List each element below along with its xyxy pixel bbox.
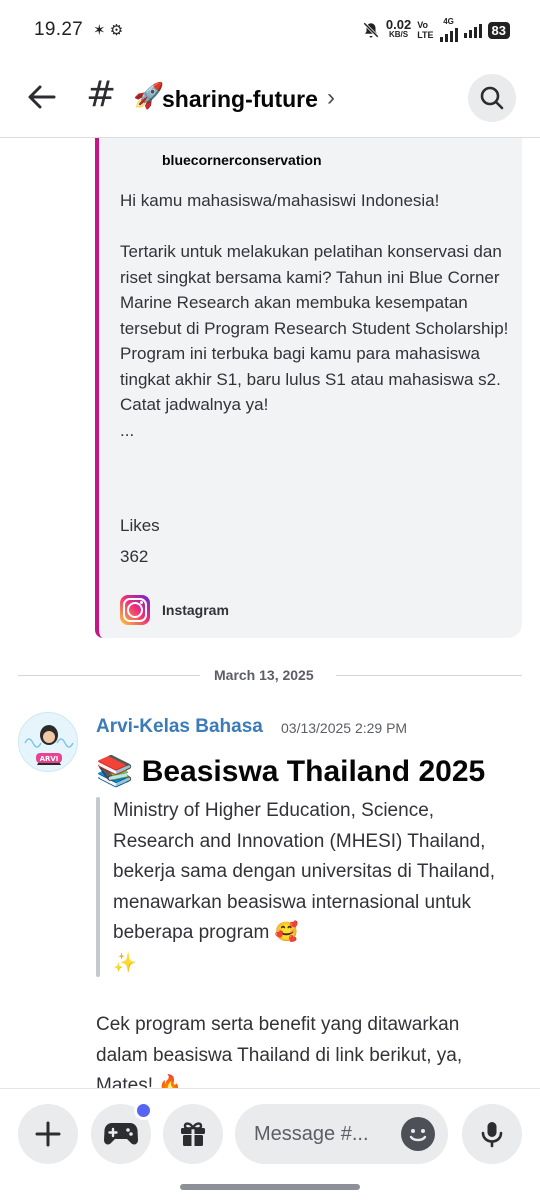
blockquote-bar bbox=[96, 797, 100, 977]
search-button[interactable] bbox=[468, 74, 516, 122]
message-placeholder: Message #... bbox=[254, 1123, 369, 1145]
signal-icon bbox=[439, 26, 458, 42]
message-author[interactable]: Arvi-Kelas Bahasa bbox=[96, 716, 263, 738]
arrow-left-icon bbox=[28, 85, 56, 109]
channel-header: # 🚀 sharing-future › bbox=[0, 62, 540, 138]
embed-description: Hi kamu mahasiswa/mahasiswi Indonesia! T… bbox=[120, 191, 509, 440]
battery-icon: 83 bbox=[487, 21, 510, 39]
smiley-icon bbox=[409, 1129, 427, 1142]
gamepad-icon bbox=[104, 1123, 138, 1145]
embed-field-value: 362 bbox=[120, 547, 149, 566]
chevron-right-icon[interactable]: › bbox=[327, 84, 335, 112]
net-speed: 0.02 KB/S bbox=[385, 17, 412, 39]
divider-line bbox=[336, 675, 522, 676]
status-time: 19.27 bbox=[34, 19, 84, 40]
divider-date: March 13, 2025 bbox=[214, 667, 314, 683]
plus-icon bbox=[35, 1121, 61, 1147]
search-icon bbox=[480, 86, 504, 110]
smiling-hearts-emoji-icon: 🥰 bbox=[274, 922, 299, 943]
status-notification-icons: ✶ ⚙ bbox=[93, 22, 124, 39]
voice-message-button[interactable] bbox=[462, 1104, 522, 1164]
message-input[interactable]: Message #... bbox=[235, 1104, 448, 1164]
hash-icon: # bbox=[86, 74, 117, 115]
notification-dot bbox=[134, 1101, 153, 1120]
embed-field-name: Likes bbox=[120, 516, 160, 535]
svg-text:ARVI: ARVI bbox=[40, 755, 59, 763]
message-title-text: Beasiswa Thailand 2025 bbox=[141, 755, 486, 788]
message-timestamp: 03/13/2025 2:29 PM bbox=[281, 720, 408, 736]
network-signal: 4G bbox=[439, 18, 458, 42]
embed-footer: Instagram bbox=[162, 602, 229, 618]
rocket-icon: 🚀 bbox=[133, 82, 165, 110]
status-indicators: 0.02 KB/S Vo LTE 4G 83 bbox=[362, 18, 510, 42]
microphone-icon bbox=[481, 1122, 503, 1148]
books-icon: 📚 bbox=[96, 755, 134, 788]
signal-icon-2 bbox=[463, 22, 482, 38]
instagram-icon bbox=[120, 595, 150, 625]
avatar[interactable]: ARVI bbox=[18, 712, 78, 772]
composer-bar: Message #... bbox=[0, 1088, 540, 1200]
status-bar: 19.27 ✶ ⚙ 0.02 KB/S Vo LTE 4G 83 bbox=[0, 0, 540, 62]
gift-icon bbox=[181, 1122, 205, 1146]
emoji-button[interactable] bbox=[401, 1117, 435, 1151]
embed-author[interactable]: bluecornerconservation bbox=[162, 152, 322, 168]
date-divider: March 13, 2025 bbox=[18, 666, 522, 684]
home-indicator[interactable] bbox=[180, 1184, 360, 1190]
sparkles-emoji-icon: ✨ bbox=[113, 952, 137, 974]
gift-button[interactable] bbox=[163, 1104, 223, 1164]
blockquote-text: Ministry of Higher Education, Science, R… bbox=[113, 800, 495, 974]
divider-line bbox=[18, 675, 200, 676]
activities-button[interactable] bbox=[91, 1101, 153, 1164]
channel-name[interactable]: sharing-future bbox=[162, 86, 318, 113]
back-button[interactable] bbox=[24, 79, 60, 115]
volte-indicator: Vo LTE bbox=[417, 20, 434, 40]
avatar-illustration: ARVI bbox=[19, 713, 77, 771]
add-attachment-button[interactable] bbox=[18, 1104, 78, 1164]
instagram-embed[interactable]: bluecornerconservation Hi kamu mahasiswa… bbox=[95, 138, 522, 638]
mute-icon bbox=[363, 22, 379, 38]
message-title: 📚 Beasiswa Thailand 2025 bbox=[96, 754, 485, 789]
